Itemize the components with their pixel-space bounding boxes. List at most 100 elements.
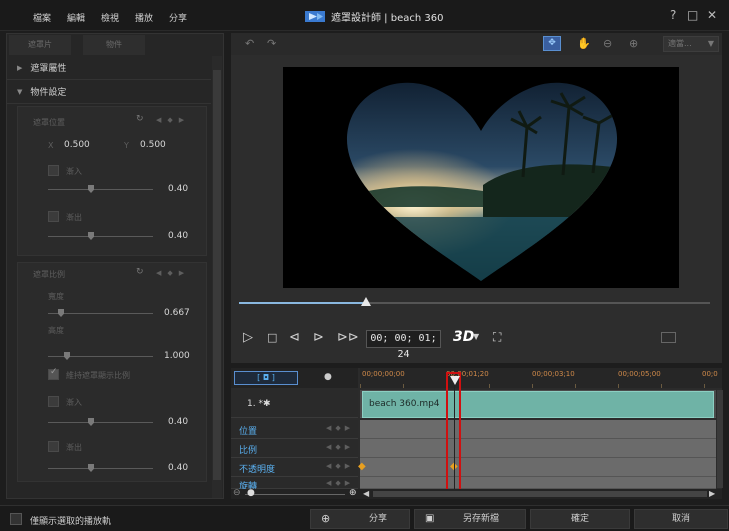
- zoom-slider-handle[interactable]: ●: [247, 488, 255, 498]
- preview-toolbar: ↶ ↷ ✥ ✋ ⊖ ⊕ 適當... ▼: [231, 33, 722, 55]
- stop-icon[interactable]: □: [267, 331, 277, 344]
- zoom-select[interactable]: 適當... ▼: [663, 36, 719, 52]
- row-scale-label: 比例: [239, 446, 258, 456]
- height-slider[interactable]: [48, 356, 153, 357]
- keyframe-nav-icon[interactable]: ◀◆▶: [326, 443, 354, 451]
- zoom-in-icon[interactable]: ⊕: [629, 37, 638, 50]
- fast-forward-icon[interactable]: ⊳⊳: [337, 330, 359, 345]
- reset-icon[interactable]: ↻: [136, 114, 144, 124]
- keyframe-nav-icon[interactable]: ◀◆▶: [156, 269, 190, 277]
- 3d-button[interactable]: 3D: [453, 329, 474, 345]
- fade-in-slider-handle[interactable]: [88, 185, 94, 193]
- fade-out-checkbox[interactable]: [48, 211, 59, 222]
- section-label: 物件設定: [30, 88, 67, 98]
- maximize-icon[interactable]: □: [687, 8, 698, 22]
- close-icon[interactable]: ✕: [707, 8, 717, 22]
- fade-out-slider-handle[interactable]: [88, 232, 94, 240]
- ok-button[interactable]: 確定: [530, 509, 630, 529]
- section-object-settings[interactable]: ▼ 物件設定: [7, 80, 211, 104]
- timecode-display[interactable]: 00; 00; 01; 24: [366, 330, 441, 360]
- scale-fade-in-value: 0.40: [168, 417, 189, 427]
- only-selected-checkbox[interactable]: [10, 513, 22, 525]
- fullscreen-icon[interactable]: ⛶: [493, 330, 501, 345]
- section-mask-properties[interactable]: ▶ 遮罩屬性: [7, 56, 211, 80]
- row-opacity: 不透明度 ◀◆▶: [231, 458, 358, 477]
- scale-fade-in-slider-handle[interactable]: [88, 418, 94, 426]
- keyframe-nav-icon[interactable]: ◀◆▶: [326, 462, 354, 470]
- tab-mask[interactable]: 遮罩片: [9, 35, 71, 55]
- track-header[interactable]: 1. *✱: [231, 390, 358, 418]
- menu-file[interactable]: 檔案: [33, 11, 51, 24]
- timeline-vertical-scrollbar[interactable]: [717, 390, 723, 488]
- keyframe-nav-icon[interactable]: ◀◆▶: [326, 424, 354, 432]
- scale-fade-in-slider[interactable]: [48, 422, 153, 423]
- properties-scrollbar[interactable]: [212, 56, 222, 498]
- timeline-zoom-slider[interactable]: [245, 494, 345, 495]
- ruler-label: 00;00;00;00: [362, 370, 405, 378]
- menu-share[interactable]: 分享: [169, 11, 187, 24]
- next-frame-icon[interactable]: ⊳: [313, 330, 324, 345]
- zoom-select-value: 適當...: [668, 39, 692, 48]
- help-icon[interactable]: ?: [670, 8, 676, 22]
- rotation-keyframe-track[interactable]: [360, 477, 716, 489]
- fade-out-slider[interactable]: [48, 236, 153, 237]
- menu-edit[interactable]: 編輯: [67, 11, 85, 24]
- hand-tool-icon[interactable]: ✋: [577, 37, 591, 50]
- marker-icon[interactable]: ●: [324, 372, 332, 382]
- position-keyframe-track[interactable]: [360, 420, 716, 439]
- menu-view[interactable]: 檢視: [101, 11, 119, 24]
- undo-icon[interactable]: ↶: [245, 37, 254, 50]
- timeline-ruler[interactable]: 00;00;00;00 00;00;01;20 00;00;03;10 00;0…: [360, 368, 722, 388]
- keyframe-nav-icon[interactable]: ◀◆▶: [156, 116, 190, 124]
- track-view-button[interactable]: [ ◘ ]: [234, 371, 298, 385]
- scale-fade-out-slider-handle[interactable]: [88, 464, 94, 472]
- menu-play[interactable]: 播放: [135, 11, 153, 24]
- scale-keyframe-track[interactable]: [360, 439, 716, 458]
- zoom-out-icon[interactable]: ⊖: [233, 488, 241, 498]
- timeline-clip[interactable]: beach 360.mp4: [362, 391, 714, 418]
- height-slider-handle[interactable]: [64, 352, 70, 360]
- chevron-down-icon[interactable]: ▼: [473, 332, 479, 341]
- zoom-in-icon[interactable]: ⊕: [349, 488, 357, 498]
- keyframe-nav-icon[interactable]: ◀◆▶: [326, 479, 354, 487]
- redo-icon[interactable]: ↷: [267, 37, 276, 50]
- x-value[interactable]: 0.500: [64, 140, 90, 150]
- fade-in-slider[interactable]: [48, 189, 153, 190]
- scroll-right-icon[interactable]: ▶: [709, 489, 715, 498]
- width-slider-handle[interactable]: [58, 309, 64, 317]
- position-group: 遮罩位置 ↻ ◀◆▶ X 0.500 Y 0.500 漸入 0.40 漸出 0.…: [17, 106, 207, 256]
- bottom-bar: 僅顯示選取的播放軌 ⊕ 分享 ▣ 另存新檔 確定 取消: [0, 505, 729, 531]
- keyframe-diamond-icon[interactable]: ◆: [358, 461, 366, 472]
- ruler-tick: [532, 384, 533, 388]
- playhead-handle[interactable]: [450, 376, 460, 385]
- opacity-keyframe-track[interactable]: ◆ ◆: [358, 458, 716, 477]
- display-mode-icon[interactable]: [661, 332, 676, 343]
- timeline-horizontal-scrollbar[interactable]: [373, 491, 707, 497]
- previous-frame-icon[interactable]: ⊲: [289, 330, 300, 345]
- y-value[interactable]: 0.500: [140, 140, 166, 150]
- preview-progress-bar[interactable]: [239, 297, 710, 306]
- checkmark-icon: ✓: [50, 367, 58, 377]
- reset-icon[interactable]: ↻: [136, 267, 144, 277]
- scroll-left-icon[interactable]: ◀: [363, 489, 369, 498]
- scale-fade-out-checkbox[interactable]: [48, 441, 59, 452]
- row-position-label: 位置: [239, 427, 258, 437]
- share-button[interactable]: ⊕ 分享: [310, 509, 410, 529]
- fade-in-checkbox[interactable]: [48, 165, 59, 176]
- zoom-out-icon[interactable]: ⊖: [603, 37, 612, 50]
- cancel-button[interactable]: 取消: [634, 509, 728, 529]
- fade-out-label: 漸出: [66, 213, 82, 222]
- save-as-button[interactable]: ▣ 另存新檔: [414, 509, 526, 529]
- play-icon[interactable]: ▷: [243, 330, 253, 345]
- scrollbar-thumb[interactable]: [213, 70, 221, 480]
- select-tool-icon[interactable]: ✥: [543, 36, 561, 51]
- timeline-footer: ⊖ ● ⊕ ◀ ▶: [231, 488, 722, 499]
- progress-handle[interactable]: [361, 297, 372, 306]
- row-opacity-label: 不透明度: [239, 465, 276, 475]
- scale-fade-out-slider[interactable]: [48, 468, 153, 469]
- scale-fade-in-checkbox[interactable]: [48, 396, 59, 407]
- share-icon: ⊕: [321, 512, 331, 525]
- tab-object[interactable]: 物件: [83, 35, 145, 55]
- preview-canvas[interactable]: [283, 67, 679, 288]
- width-value: 0.667: [164, 308, 190, 318]
